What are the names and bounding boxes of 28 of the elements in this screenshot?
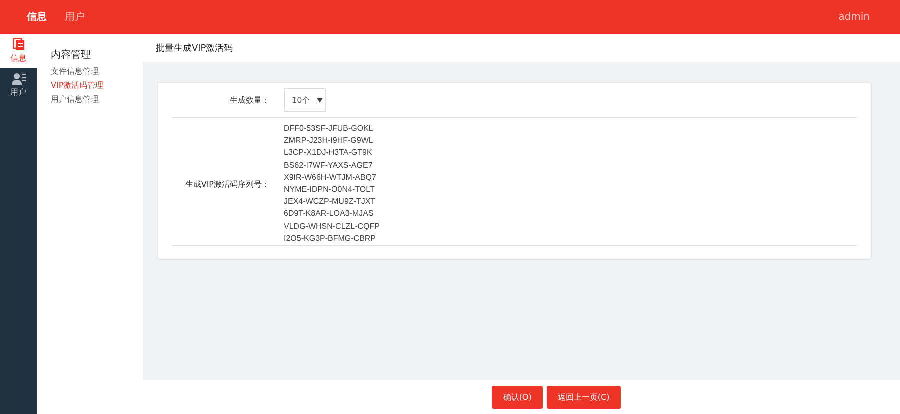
sidebar-button[interactable]: 用户 bbox=[0, 68, 37, 102]
document-icon bbox=[12, 38, 24, 51]
user-icon bbox=[12, 72, 26, 84]
code-text: DFF0-53SF-JFUB-GOKL bbox=[284, 123, 374, 135]
code-text: VLDG-WHSN-CLZL-CQFP bbox=[284, 220, 380, 233]
action-button[interactable]: 返回上一页(C) bbox=[546, 386, 621, 408]
count-dropdown[interactable]: 10个 bbox=[284, 88, 326, 112]
code-text: JEX4-WCZP-MU9Z-TJXT bbox=[284, 196, 377, 208]
field-label: 生成数量： bbox=[229, 94, 270, 106]
page-title: 批量生成VIP激活码 bbox=[143, 34, 900, 62]
menu-item[interactable]: VIP激活码管理 bbox=[51, 80, 104, 91]
code-text: ZMRP-J23H-I9HF-G9WL bbox=[284, 135, 374, 148]
menu-item[interactable]: 文件信息管理 bbox=[51, 66, 99, 77]
caret-icon bbox=[317, 98, 324, 102]
menu-heading: 内容管理 bbox=[51, 48, 91, 62]
code-text: 6D9T-K8AR-LOA3-MJAS bbox=[284, 208, 375, 220]
user-name[interactable]: admin bbox=[838, 12, 870, 22]
sidebar-button[interactable]: 信息 bbox=[0, 34, 37, 68]
nav-tab[interactable]: 用户 bbox=[65, 10, 85, 24]
action-button[interactable]: 确认(O) bbox=[492, 386, 543, 408]
code-text: X9IR-W66H-WTJM-ABQ7 bbox=[284, 172, 378, 184]
code-text: L3CP-X1DJ-H3TA-GT9K bbox=[284, 147, 374, 160]
field-label: 生成VIP激活码序列号： bbox=[184, 178, 270, 190]
code-text: BS62-I7WF-YAXS-AGE7 bbox=[284, 160, 374, 172]
nav-tab[interactable]: 信息 bbox=[27, 10, 47, 24]
code-text: I2O5-KG3P-BFMG-CBRP bbox=[284, 232, 378, 245]
code-text: NYME-IDPN-O0N4-TOLT bbox=[284, 184, 376, 196]
menu-item[interactable]: 用户信息管理 bbox=[51, 94, 99, 105]
